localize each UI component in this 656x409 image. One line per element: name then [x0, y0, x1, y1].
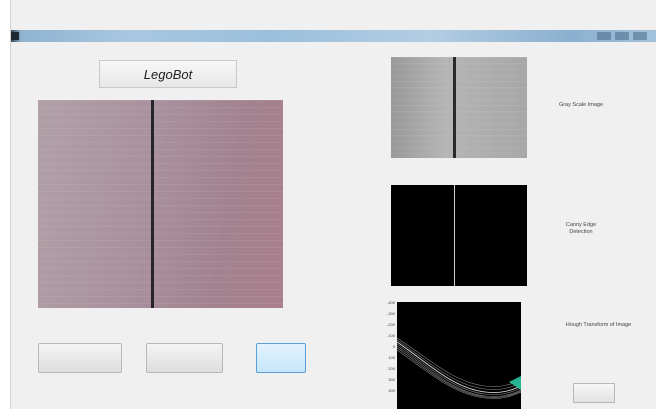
hough-y-axis: -400 -300 -200 -100 0 100 200 300 400 — [369, 300, 395, 409]
figure-client-area: LegoBot Gray Scale Image Canny Edge Dete… — [11, 42, 656, 409]
screenshot-page: LegoBot Gray Scale Image Canny Edge Dete… — [0, 0, 656, 409]
minimize-icon[interactable] — [597, 32, 611, 40]
gray-scale-image — [391, 57, 527, 158]
camera-image — [38, 100, 283, 308]
hough-label: Hough Transform of Image — [565, 322, 632, 328]
gray-track-line — [453, 57, 456, 158]
y-tick: 400 — [388, 388, 395, 393]
window-icon[interactable] — [11, 32, 19, 40]
y-tick: 0 — [392, 344, 395, 349]
y-tick: -400 — [386, 300, 395, 305]
action-button-1[interactable] — [38, 343, 122, 373]
y-tick: 200 — [388, 366, 395, 371]
canny-label: Canny Edge Detection — [565, 222, 597, 235]
app-window: LegoBot Gray Scale Image Canny Edge Dete… — [10, 0, 656, 409]
app-title: LegoBot — [143, 66, 193, 82]
y-tick: -300 — [386, 311, 395, 316]
edge-line — [454, 185, 455, 286]
canny-edge-image — [391, 185, 527, 286]
maximize-icon[interactable] — [615, 32, 629, 40]
gray-scale-label: Gray Scale Image — [558, 102, 604, 108]
y-tick: -200 — [386, 322, 395, 327]
hough-transform-plot — [397, 302, 521, 409]
y-tick: 100 — [388, 355, 395, 360]
title-bar[interactable] — [11, 30, 656, 42]
close-icon[interactable] — [633, 32, 647, 40]
action-button-2[interactable] — [146, 343, 223, 373]
action-button-3[interactable] — [256, 343, 306, 373]
app-title-box: LegoBot — [99, 60, 237, 88]
hough-curves — [397, 337, 521, 399]
y-tick: -100 — [386, 333, 395, 338]
y-tick: 300 — [388, 377, 395, 382]
small-button[interactable] — [573, 383, 615, 403]
track-line — [151, 100, 154, 308]
